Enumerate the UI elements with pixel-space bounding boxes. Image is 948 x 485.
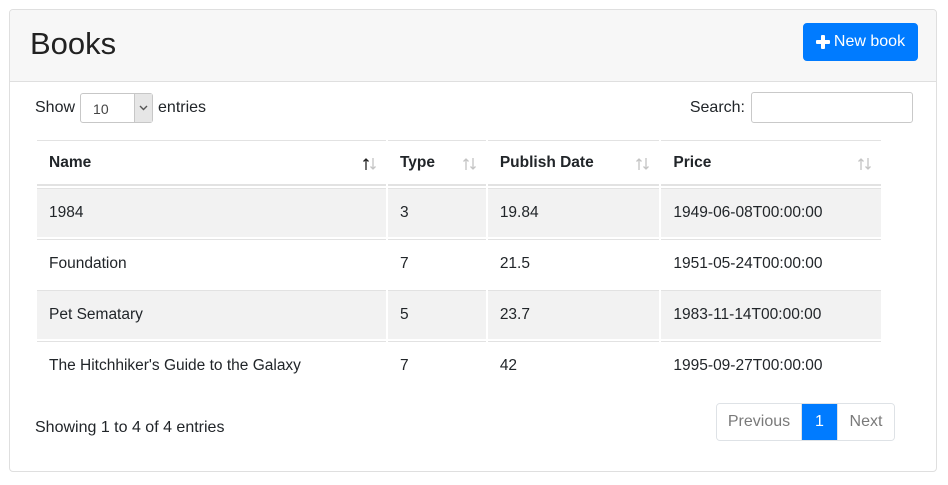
chevron-down-icon (134, 93, 153, 122)
plus-icon (815, 35, 830, 49)
table-cell: 1949-06-08T00:00:00 (661, 188, 881, 237)
table-row: 1984 3 19.84 1949-06-08T00:00:00 (37, 188, 881, 237)
table-cell: 23.7 (487, 290, 660, 339)
table-cell: 7 (387, 239, 486, 288)
table-cell: 42 (487, 341, 660, 390)
table-row: Pet Sematary 5 23.7 1983-11-14T00:00:00 (37, 290, 881, 339)
previous-page-button[interactable]: Previous (717, 404, 802, 440)
length-suffix: entries (158, 98, 207, 116)
search-input[interactable] (751, 92, 913, 123)
table-cell: 1995-09-27T00:00:00 (661, 341, 881, 390)
column-header-label: Publish Date (499, 153, 594, 171)
table-cell: 1983-11-14T00:00:00 (661, 290, 881, 339)
table-cell: 1984 (37, 188, 386, 237)
sort-both-icon (636, 158, 650, 170)
column-header-type[interactable]: Type (387, 140, 486, 186)
table-cell: 19.84 (487, 188, 660, 237)
table-info: Showing 1 to 4 of 4 entries (35, 419, 225, 436)
table-cell: 5 (387, 290, 486, 339)
table-header-row: Name Type Publish Date Price (37, 140, 881, 186)
page-title: Books (30, 26, 117, 61)
column-header-label: Price (673, 153, 712, 171)
search-label: Search: (689, 98, 745, 116)
new-book-label: New book (833, 33, 906, 50)
next-page-button[interactable]: Next (837, 404, 894, 440)
table-cell: Foundation (37, 239, 386, 288)
table-cell: 7 (387, 341, 486, 390)
table-cell: 3 (387, 188, 486, 237)
column-header-label: Name (49, 153, 92, 171)
table-cell: The Hitchhiker's Guide to the Galaxy (37, 341, 386, 390)
table-row: Foundation 7 21.5 1951-05-24T00:00:00 (37, 239, 881, 288)
sort-both-icon (858, 158, 871, 170)
column-header-name[interactable]: Name (37, 140, 386, 186)
entries-length-control: Show 10 entries (35, 92, 206, 123)
sort-up-icon (363, 158, 376, 170)
books-table: Name Type Publish Date Price 1984 3 19.8… (35, 138, 883, 392)
sort-both-icon (462, 158, 476, 170)
length-prefix: Show (35, 98, 76, 116)
table-cell: 21.5 (487, 239, 660, 288)
pagination: Previous 1 Next (716, 403, 895, 441)
column-header-price[interactable]: Price (661, 140, 881, 186)
card-header: Books New book (10, 10, 936, 82)
table-cell: Pet Sematary (37, 290, 386, 339)
new-book-button[interactable]: New book (803, 23, 918, 61)
table-cell: 1951-05-24T00:00:00 (661, 239, 881, 288)
column-header-label: Type (399, 153, 436, 171)
entries-select-value: 10 (93, 100, 109, 117)
page-1-button[interactable]: 1 (802, 404, 837, 440)
search-control: Search: (690, 92, 913, 123)
entries-select[interactable]: 10 (80, 92, 154, 123)
column-header-publish-date[interactable]: Publish Date (487, 140, 660, 186)
table-row: The Hitchhiker's Guide to the Galaxy 7 4… (37, 341, 881, 390)
